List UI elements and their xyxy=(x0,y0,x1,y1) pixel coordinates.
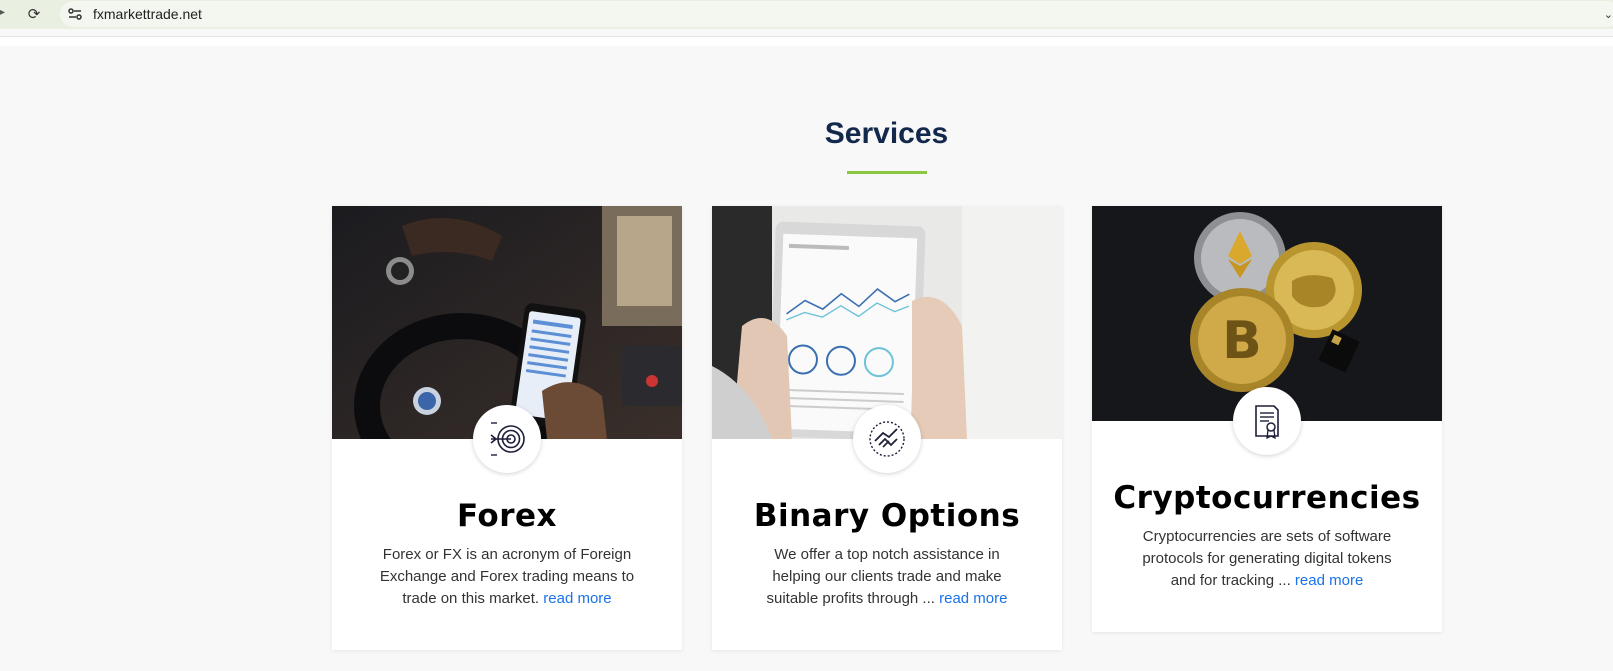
read-more-link[interactable]: read more xyxy=(939,590,1007,607)
read-more-link[interactable]: read more xyxy=(543,590,611,607)
service-card-forex: Forex Forex or FX is an acronym of Forei… xyxy=(332,206,682,650)
card-title: Binary Options xyxy=(753,498,1021,534)
binary-options-icon-badge xyxy=(853,405,921,473)
cryptocurrencies-icon-badge xyxy=(1233,387,1301,455)
svg-text:B: B xyxy=(1222,311,1262,371)
read-more-link[interactable]: read more xyxy=(1295,572,1363,589)
certificate-icon xyxy=(1255,405,1279,440)
browser-toolbar: ▸ ⟳ fxmarkettrade.net ⌄ xyxy=(0,0,1613,29)
forex-icon-badge xyxy=(473,405,541,473)
address-bar[interactable]: fxmarkettrade.net xyxy=(60,1,1613,27)
chevron-down-icon[interactable]: ⌄ xyxy=(1604,8,1613,21)
card-title: Forex xyxy=(456,498,558,534)
card-description: Cryptocurrencies are sets of software pr… xyxy=(1142,528,1392,589)
title-underline xyxy=(847,171,927,174)
service-card-binary-options: Binary Options We offer a top notch assi… xyxy=(712,206,1062,650)
card-title: Cryptocurrencies xyxy=(1113,480,1421,516)
reload-icon[interactable]: ⟳ xyxy=(25,5,43,23)
section-title: Services xyxy=(824,117,949,150)
handshake-icon xyxy=(869,421,905,457)
page-header-strip xyxy=(0,37,1613,46)
site-info-icon[interactable] xyxy=(66,5,84,23)
back-arrow-icon[interactable]: ▸ xyxy=(0,7,5,18)
url-text[interactable]: fxmarkettrade.net xyxy=(93,6,202,22)
service-card-cryptocurrencies: B Cryptocurrencies Cryptocurrencies are … xyxy=(1092,206,1442,632)
card-description: We offer a top notch assistance in helpi… xyxy=(766,546,1008,607)
card-description: Forex or FX is an acronym of Foreign Exc… xyxy=(379,546,635,607)
target-icon xyxy=(490,422,525,456)
